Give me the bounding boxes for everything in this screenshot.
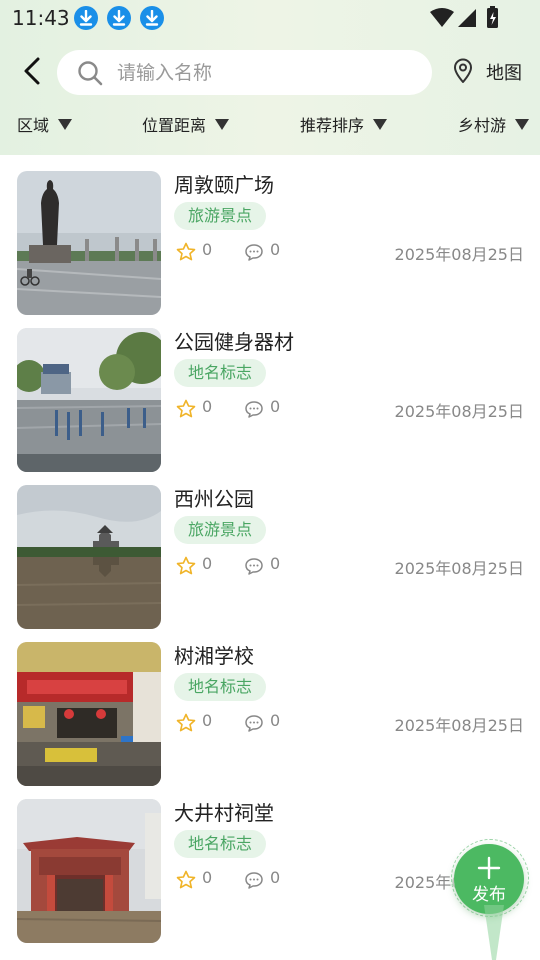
item-date: 2025年08月25日 [394,716,524,735]
map-label: 地图 [486,63,522,84]
filter-label: 乡村游 [458,116,507,135]
star-icon [176,399,196,418]
star-icon [176,556,196,575]
place-photo [17,799,161,943]
favorite-count: 0 [202,710,213,730]
place-photo [17,485,161,629]
category-tag: 旅游景点 [174,516,267,544]
favorite-count: 0 [202,553,213,573]
item-date: 2025年08月25日 [394,402,524,421]
category-tag: 地名标志 [174,673,267,701]
filter-distance[interactable]: 位置距离 [142,112,230,136]
item-title: 西州公园 [174,487,254,511]
comment-stat[interactable]: 0 [244,396,281,420]
favorite-count: 0 [202,396,213,416]
location-pin-icon [452,58,474,84]
comment-count: 0 [270,867,281,887]
place-photo [17,328,161,472]
download-icon [107,6,131,30]
comment-stat[interactable]: 0 [244,710,281,734]
place-photo [17,171,161,315]
filter-category[interactable]: 乡村游 [458,112,530,136]
signal-icon [458,9,476,27]
list-item[interactable]: 西州公园 旅游景点 0 0 2025年08月25日 [0,469,540,629]
category-tag: 地名标志 [174,359,267,387]
battery-icon [487,6,498,28]
comment-count: 0 [270,239,281,259]
favorite-count: 0 [202,867,213,887]
list-item[interactable]: 树湘学校 地名标志 0 0 2025年08月25日 [0,626,540,786]
comment-icon [245,872,263,889]
download-icon [74,6,98,30]
dropdown-triangle-icon [215,118,230,130]
search-box[interactable] [57,50,432,95]
list-item[interactable]: 周敦颐广场 旅游景点 0 0 2025年08月25日 [0,155,540,315]
back-arrow-icon [24,57,40,85]
item-title: 大井村祠堂 [174,801,274,825]
search-input[interactable] [117,50,417,95]
favorite-count: 0 [202,239,213,259]
publish-label: 发布 [472,885,506,905]
comment-icon [245,401,263,418]
filter-label: 位置距离 [142,116,207,135]
filter-bar: 区域 位置距离 推荐排序 乡村游 [0,108,540,142]
item-date: 2025年08月25日 [394,245,524,264]
comment-count: 0 [270,553,281,573]
publish-button-tail [484,905,504,960]
search-row: 地图 [0,46,540,98]
favorite-stat[interactable]: 0 [176,710,213,734]
filter-sort[interactable]: 推荐排序 [300,112,388,136]
plus-icon [477,856,501,880]
favorite-stat[interactable]: 0 [176,553,213,577]
place-list: 周敦颐广场 旅游景点 0 0 2025年08月25日 公园健身器材 地名标志 0… [0,155,540,960]
map-button[interactable]: 地图 [450,56,530,88]
status-time: 11:43 [12,6,70,30]
system-icons [430,6,502,30]
wifi-icon [430,8,454,27]
favorite-stat[interactable]: 0 [176,396,213,420]
search-icon [77,60,103,86]
item-date: 2025年08月25日 [394,559,524,578]
favorite-stat[interactable]: 0 [176,867,213,891]
item-title: 树湘学校 [174,644,254,668]
list-item[interactable]: 公园健身器材 地名标志 0 0 2025年08月25日 [0,312,540,472]
comment-count: 0 [270,396,281,416]
comment-icon [245,244,263,261]
place-photo [17,642,161,786]
filter-label: 推荐排序 [300,116,365,135]
comment-icon [245,715,263,732]
comment-count: 0 [270,710,281,730]
category-tag: 旅游景点 [174,202,267,230]
dropdown-triangle-icon [515,118,530,130]
comment-stat[interactable]: 0 [244,553,281,577]
filter-label: 区域 [17,116,50,135]
filter-region[interactable]: 区域 [17,112,73,136]
back-button[interactable] [18,56,48,86]
comment-stat[interactable]: 0 [244,867,281,891]
item-title: 公园健身器材 [174,330,294,354]
comment-icon [245,558,263,575]
star-icon [176,242,196,261]
star-icon [176,870,196,889]
dropdown-triangle-icon [58,118,73,130]
comment-stat[interactable]: 0 [244,239,281,263]
publish-button[interactable]: 发布 [454,844,524,914]
item-title: 周敦颐广场 [174,173,274,197]
category-tag: 地名标志 [174,830,267,858]
header: 11:43 请输入名称 地图 区域 位置距离 推荐排序 乡村游 [0,0,540,155]
download-icon [140,6,164,30]
star-icon [176,713,196,732]
status-bar: 11:43 [0,0,540,36]
favorite-stat[interactable]: 0 [176,239,213,263]
dropdown-triangle-icon [373,118,388,130]
